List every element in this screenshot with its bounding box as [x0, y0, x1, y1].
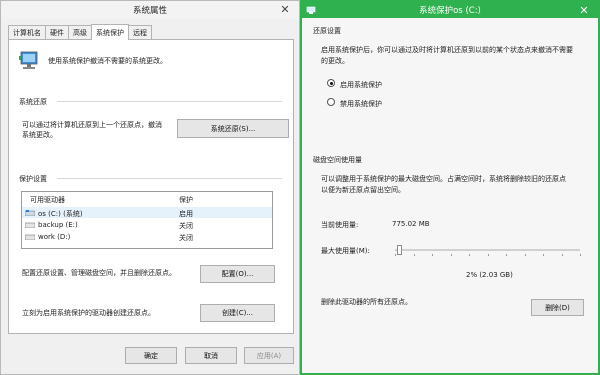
drive-icon — [25, 234, 35, 240]
restore-desc-line2: 系统更改。 — [22, 131, 57, 139]
drive-status: 关闭 — [179, 222, 193, 230]
system-properties-window: 系统属性 ✕ 计算机名 硬件 高级 系统保护 远程 使用系统保护撤消不需要的系统… — [0, 0, 300, 375]
slider-tick — [543, 254, 544, 256]
create-button[interactable]: 创建(C)... — [200, 304, 275, 322]
tab-system-protection[interactable]: 系统保护 — [91, 24, 129, 40]
slider-tick — [469, 254, 470, 256]
current-usage-value: 775.02 MB — [392, 220, 430, 228]
max-usage-label: 最大使用量(M): — [321, 247, 370, 255]
enable-protection-label[interactable]: 启用系统保护 — [340, 80, 382, 90]
window-title: 系统保护os (C:) — [419, 6, 481, 16]
divider — [57, 101, 282, 102]
max-usage-slider-track[interactable] — [395, 249, 580, 251]
tab-advanced[interactable]: 高级 — [68, 25, 92, 39]
disable-protection-radio[interactable] — [327, 98, 335, 106]
tab-hardware[interactable]: 硬件 — [45, 25, 69, 39]
restore-settings-title: 还原设置 — [313, 27, 341, 35]
disable-protection-label[interactable]: 禁用系统保护 — [340, 99, 382, 109]
drive-list[interactable]: 可用驱动器 保护 os (C:) (系统) 启用 backup (E:) 关闭 … — [21, 191, 273, 249]
computer-icon — [19, 51, 38, 69]
disk-usage-title: 磁盘空间使用量 — [313, 156, 362, 164]
disk-usage-desc-line2: 以便为新还原点留出空间。 — [321, 186, 405, 194]
drive-row-e[interactable]: backup (E:) 关闭 — [22, 219, 272, 230]
apply-button[interactable]: 应用(A) — [244, 347, 294, 364]
window-title: 系统属性 — [132, 6, 167, 16]
column-header-protection: 保护 — [179, 196, 193, 204]
drive-name: work (D:) — [38, 233, 71, 241]
configure-desc: 配置还原设置、管理磁盘空间，并且删除还原点。 — [22, 269, 176, 277]
title-bar[interactable]: 系统保护os (C:) ✕ — [302, 2, 598, 18]
list-header: 可用驱动器 保护 — [22, 193, 272, 204]
ok-button[interactable]: 确定 — [125, 347, 177, 364]
system-restore-button[interactable]: 系统还原(S)... — [177, 119, 289, 138]
intro-text: 使用系统保护撤消不需要的系统更改。 — [48, 57, 167, 65]
close-icon[interactable]: ✕ — [570, 2, 598, 18]
computer-icon — [306, 6, 316, 14]
delete-button[interactable]: 删除(D) — [531, 299, 584, 316]
slider-tick — [524, 254, 526, 256]
max-usage-slider-thumb[interactable] — [396, 245, 402, 255]
drive-name: backup (E:) — [38, 221, 78, 229]
slider-tick — [487, 254, 489, 256]
restore-settings-desc-line1: 启用系统保护后，你可以通过及时将计算机还原到以前的某个状态点来撤消不需要 — [321, 46, 573, 54]
slider-tick — [432, 254, 433, 256]
slider-tick — [450, 254, 452, 256]
max-usage-value: 2% (2.03 GB) — [466, 271, 513, 279]
close-icon[interactable]: ✕ — [271, 1, 299, 17]
protection-section-title: 保护设置 — [19, 175, 47, 183]
drive-status: 启用 — [179, 210, 193, 218]
delete-desc: 删除此驱动器的所有还原点。 — [321, 298, 412, 306]
tab-strip: 计算机名 硬件 高级 系统保护 远程 — [8, 24, 152, 40]
slider-tick — [506, 254, 507, 256]
column-header-drive: 可用驱动器 — [30, 196, 65, 204]
drive-row-d[interactable]: work (D:) 关闭 — [22, 231, 272, 242]
tab-remote[interactable]: 远程 — [128, 25, 152, 39]
cancel-button[interactable]: 取消 — [185, 347, 237, 364]
drive-status: 关闭 — [179, 234, 193, 242]
slider-tick — [580, 254, 581, 256]
tab-computer-name[interactable]: 计算机名 — [8, 25, 46, 39]
slider-tick — [413, 254, 415, 256]
drive-icon — [25, 222, 35, 228]
title-bar[interactable]: 系统属性 ✕ — [1, 1, 299, 19]
drive-name: os (C:) (系统) — [38, 210, 83, 218]
divider — [57, 178, 282, 179]
drive-row-c[interactable]: os (C:) (系统) 启用 — [22, 207, 272, 218]
configure-button[interactable]: 配置(O)... — [200, 265, 275, 283]
tab-panel — [8, 39, 294, 334]
system-drive-icon — [25, 210, 35, 216]
enable-protection-radio[interactable] — [327, 79, 335, 87]
disk-usage-desc-line1: 可以调整用于系统保护的最大磁盘空间。占满空间时，系统将删除较旧的还原点 — [321, 175, 566, 183]
slider-tick — [395, 254, 396, 256]
restore-section-title: 系统还原 — [19, 98, 47, 106]
restore-settings-desc-line2: 的更改。 — [321, 57, 349, 65]
current-usage-label: 当前使用量: — [321, 221, 359, 229]
restore-desc-line1: 可以通过将计算机还原到上一个还原点，撤消 — [22, 121, 162, 129]
create-desc: 立刻为启用系统保护的驱动器创建还原点。 — [22, 309, 155, 317]
slider-tick — [561, 254, 563, 256]
